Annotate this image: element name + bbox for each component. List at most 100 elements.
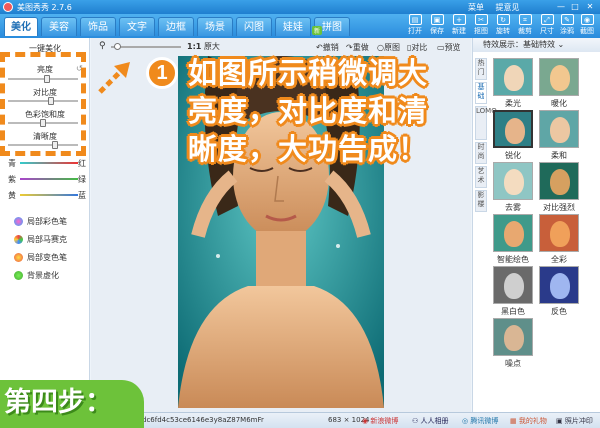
new-badge: 新 <box>312 26 323 35</box>
color-row-left-label: 青 <box>8 159 16 168</box>
effect-invert[interactable] <box>539 266 579 304</box>
effects-header-label: 特效展示：基础特效 <box>483 40 555 49</box>
zoom-original-label[interactable]: 原大 <box>204 42 220 51</box>
maximize-button[interactable]: □ <box>570 2 580 11</box>
tab-beauty[interactable]: 美容 <box>41 17 77 36</box>
resize-label: 尺寸 <box>540 27 554 35</box>
share-renren[interactable]: ⚇ 人人相册 <box>412 416 449 426</box>
minimize-button[interactable]: — <box>556 2 566 11</box>
zoom-icon[interactable]: ⚲ <box>99 41 106 51</box>
vtab-art[interactable]: 艺术 <box>475 166 487 188</box>
resize-button[interactable]: ⤢ 尺寸 <box>536 14 558 36</box>
feedback-link[interactable]: 提意见 <box>496 3 520 12</box>
vtab-hot[interactable]: 热门 <box>475 58 487 80</box>
effect-label: 反色 <box>551 307 567 316</box>
color-bar[interactable] <box>20 194 78 196</box>
screenshot-label: 截图 <box>580 27 594 35</box>
redo-button[interactable]: ↷重做 <box>346 42 369 53</box>
tab-border[interactable]: 边框 <box>158 17 194 36</box>
recolor-pen-icon <box>14 253 23 262</box>
undo-label: 撤销 <box>322 43 339 52</box>
right-panel: 特效展示：基础特效 ⌄ 热门 基础 LOMO 时尚 艺术 影楼 柔光 暖化 锐化… <box>472 38 600 412</box>
save-button[interactable]: ▣ 保存 <box>426 14 448 36</box>
zoom-knob[interactable] <box>114 43 121 50</box>
photo-print-label: 照片冲印 <box>564 417 593 425</box>
screenshot-button[interactable]: ◉ 截图 <box>576 14 598 36</box>
mosaic-icon <box>14 235 23 244</box>
effect-warm[interactable] <box>539 58 579 96</box>
effect-thumb-face <box>550 221 570 247</box>
rotate-icon: ↻ <box>496 14 510 25</box>
effect-high-contrast[interactable] <box>539 162 579 200</box>
vtab-basic[interactable]: 基础 <box>475 82 487 104</box>
preview-button[interactable]: ▭预览 <box>437 42 461 53</box>
effect-soft[interactable] <box>539 110 579 148</box>
chevron-down-icon: ⌄ <box>557 40 565 49</box>
tool-label: 局部彩色笔 <box>27 217 67 226</box>
zoom-slider[interactable] <box>111 43 181 50</box>
vtab-lomo[interactable]: LOMO <box>475 106 497 140</box>
title-bar: 美图秀秀 2.7.6 菜单 提意见 — □ ✕ <box>0 0 600 14</box>
undo-button[interactable]: ↶撤销 <box>316 42 339 53</box>
effect-label: 对比强烈 <box>543 203 575 212</box>
share-tencent[interactable]: ◎ 腾讯微博 <box>462 416 498 426</box>
color-row-right-label: 蓝 <box>78 191 86 200</box>
local-mosaic[interactable]: 局部马赛克 <box>14 234 67 245</box>
effect-thumb-face <box>550 273 570 299</box>
open-icon: ▤ <box>408 14 422 25</box>
tool-label: 背景虚化 <box>27 271 59 280</box>
effect-full-color[interactable] <box>539 214 579 252</box>
effect-black-white[interactable] <box>493 266 533 304</box>
color-row-left-label: 紫 <box>8 175 16 184</box>
tab-doll[interactable]: 娃娃 <box>275 17 311 36</box>
tab-accessories[interactable]: 饰品 <box>80 17 116 36</box>
effect-smart-color[interactable] <box>493 214 533 252</box>
effect-sharpen[interactable] <box>493 110 533 148</box>
left-panel: 一键美化 亮度 ↺ 对比度 色彩饱和度 清晰度 青 红 紫 绿 黄 蓝 局部彩色… <box>0 38 90 412</box>
effect-noise[interactable] <box>493 318 533 356</box>
color-row-cyan-red[interactable]: 青 红 <box>4 158 88 168</box>
color-bar[interactable] <box>20 162 78 164</box>
camera-icon: ◉ <box>580 14 594 25</box>
tab-scene[interactable]: 场景 <box>197 17 233 36</box>
share-sina-label: 新浪微博 <box>370 417 399 425</box>
color-row-purple-green[interactable]: 紫 绿 <box>4 174 88 184</box>
color-bar[interactable] <box>20 178 78 180</box>
share-sina[interactable]: ◉ 新浪微博 <box>362 416 398 426</box>
app-window: 美图秀秀 2.7.6 菜单 提意见 — □ ✕ 美化 美容 饰品 文字 边框 场… <box>0 0 600 428</box>
tab-beautify[interactable]: 美化 <box>4 17 38 36</box>
effects-header[interactable]: 特效展示：基础特效 ⌄ <box>473 38 600 52</box>
close-button[interactable]: ✕ <box>585 2 595 11</box>
my-gifts[interactable]: ▦ 我的礼物 <box>510 416 547 426</box>
doodle-icon: ✎ <box>560 14 574 25</box>
effect-soft-light[interactable] <box>493 58 533 96</box>
original-button[interactable]: ○原图 <box>377 42 400 53</box>
effect-label: 柔和 <box>551 151 567 160</box>
compare-button[interactable]: ▯对比 <box>407 42 427 53</box>
highlight-box <box>0 52 86 156</box>
menu-link[interactable]: 菜单 <box>468 3 484 12</box>
crop-button[interactable]: ⌗ 裁剪 <box>514 14 536 36</box>
doodle-button[interactable]: ✎ 涂鸦 <box>556 14 578 36</box>
tool-label: 局部马赛克 <box>27 235 67 244</box>
effect-thumb-face <box>505 118 525 144</box>
local-color-pen[interactable]: 局部彩色笔 <box>14 216 67 227</box>
new-label: 新建 <box>452 27 466 35</box>
color-row-yellow-blue[interactable]: 黄 蓝 <box>4 190 88 200</box>
cutout-button[interactable]: ✂ 抠图 <box>470 14 492 36</box>
tab-flash[interactable]: 闪图 <box>236 17 272 36</box>
background-blur[interactable]: 背景虚化 <box>14 270 59 281</box>
local-recolor-pen[interactable]: 局部变色笔 <box>14 252 67 263</box>
effect-dehaze[interactable] <box>493 162 533 200</box>
crop-label: 裁剪 <box>518 27 532 35</box>
new-button[interactable]: + 新建 <box>448 14 470 36</box>
open-button[interactable]: ▤ 打开 <box>404 14 426 36</box>
vtab-studio[interactable]: 影楼 <box>475 190 487 212</box>
tab-text[interactable]: 文字 <box>119 17 155 36</box>
new-icon: + <box>452 14 466 25</box>
vtab-fashion[interactable]: 时尚 <box>475 142 487 164</box>
photo-print[interactable]: ▣ 照片冲印 <box>556 416 593 426</box>
effect-thumb-face <box>550 117 570 143</box>
color-row-right-label: 红 <box>78 159 86 168</box>
rotate-button[interactable]: ↻ 旋转 <box>492 14 514 36</box>
